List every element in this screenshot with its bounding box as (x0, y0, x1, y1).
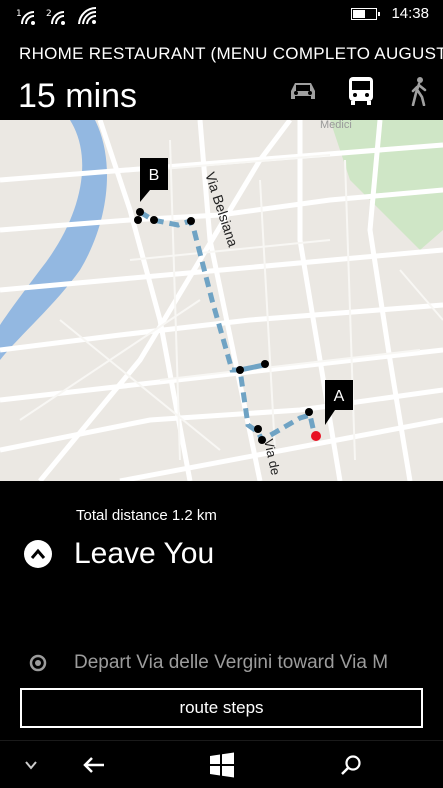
car-mode-icon[interactable] (287, 76, 319, 106)
total-distance: Total distance 1.2 km (76, 507, 217, 524)
svg-text:2: 2 (46, 9, 52, 19)
bus-mode-icon[interactable] (345, 76, 377, 106)
current-location-dot (311, 431, 321, 441)
route-map[interactable]: B A Via Belsiana Via de Medici (0, 120, 443, 481)
status-bar: 1 2 14:38 (0, 0, 443, 32)
back-icon[interactable] (79, 751, 109, 779)
sim1-signal-icon: 1 (16, 9, 35, 25)
next-step-text: Depart Via delle Vergini toward Via M (74, 652, 389, 673)
route-duration: 15 mins (18, 77, 138, 115)
route-steps-button[interactable]: route steps (20, 688, 423, 728)
marker-b-label: B (149, 167, 160, 184)
marker-a-label: A (334, 388, 345, 405)
depart-icon (29, 654, 47, 672)
wifi-icon (78, 6, 97, 25)
travel-mode-selector (287, 76, 435, 106)
current-step[interactable]: Leave You (24, 536, 214, 572)
system-nav-bar (0, 740, 443, 788)
walk-mode-icon[interactable] (403, 76, 435, 106)
svg-text:1: 1 (16, 9, 22, 19)
map-canvas: B A Via Belsiana Via de Medici (0, 120, 443, 481)
destination-title: RHOME RESTAURANT (MENU COMPLETO AUGUSTO (19, 44, 443, 63)
windows-start-icon[interactable] (207, 751, 237, 779)
chevron-up-circle-icon (24, 540, 52, 568)
place-label-medici: Medici (320, 120, 352, 131)
sim2-signal-icon: 2 (46, 9, 65, 25)
next-step[interactable]: Depart Via delle Vergini toward Via M (28, 652, 443, 674)
chevron-down-icon[interactable] (16, 751, 46, 779)
battery-icon (351, 7, 381, 20)
current-step-text: Leave You (74, 537, 215, 570)
search-icon[interactable] (336, 751, 366, 779)
status-time: 14:38 (391, 5, 429, 22)
